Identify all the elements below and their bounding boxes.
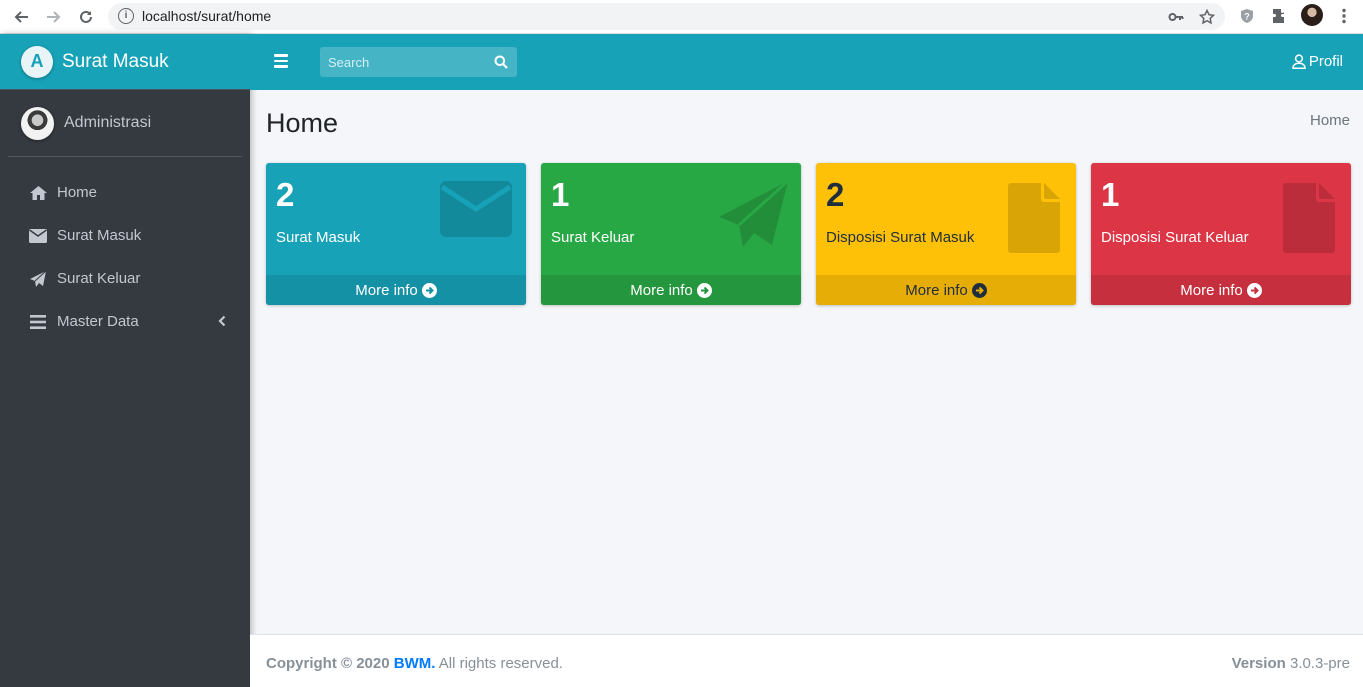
search-icon [494, 55, 508, 69]
browser-toolbar: i localhost/surat/home ? [0, 0, 1363, 34]
box-label: Surat Keluar [551, 229, 635, 246]
sidebar-item-label: Surat Keluar [57, 270, 141, 287]
box-count: 1 [551, 176, 570, 213]
footer-copyright: Copyright © 2020 BWM. All rights reserve… [266, 655, 563, 672]
small-box-disposisi-surat-keluar: 1 Disposisi Surat Keluar More info [1091, 163, 1351, 305]
small-box-surat-keluar: 1 Surat Keluar More info [541, 163, 801, 305]
user-name[interactable]: Administrasi [64, 114, 151, 132]
forward-icon[interactable] [42, 5, 66, 29]
star-icon[interactable] [1198, 8, 1216, 29]
user-icon [1292, 54, 1306, 69]
rights-text: All rights reserved. [438, 655, 563, 672]
arrow-circle-right-icon [421, 282, 437, 298]
sidebar-item-surat-keluar[interactable]: Surat Keluar [0, 257, 250, 300]
small-box-disposisi-surat-masuk: 2 Disposisi Surat Masuk More info [816, 163, 1076, 305]
box-label: Surat Masuk [276, 229, 361, 246]
envelope-icon [28, 228, 48, 243]
sidebar-menu: Home Surat Masuk Surat Keluar Master Dat… [0, 157, 250, 343]
main-header: Profil [250, 34, 1363, 90]
sidebar-item-label: Master Data [57, 313, 139, 330]
main-sidebar: A Surat Masuk Administrasi Home Surat Ma… [0, 34, 250, 687]
more-info-label: More info [905, 281, 968, 299]
user-panel: Administrasi [8, 90, 242, 157]
more-info-link[interactable]: More info [541, 275, 801, 305]
more-info-label: More info [630, 281, 693, 299]
page-title: Home [266, 108, 339, 138]
address-bar[interactable]: i localhost/surat/home [108, 3, 1225, 30]
box-count: 1 [1101, 176, 1120, 213]
more-info-label: More info [355, 281, 418, 299]
brand-logo-letter: A [30, 51, 44, 71]
more-info-link[interactable]: More info [1091, 275, 1351, 305]
small-box-surat-masuk: 2 Surat Masuk More info [266, 163, 526, 305]
box-count: 2 [276, 176, 295, 213]
svg-text:?: ? [1244, 12, 1250, 22]
puzzle-extension-icon[interactable] [1270, 6, 1290, 26]
navbar-search [320, 47, 517, 77]
profile-link[interactable]: Profil [1292, 53, 1343, 70]
brand-link[interactable]: A Surat Masuk [0, 34, 250, 90]
more-info-link[interactable]: More info [816, 275, 1076, 305]
brand-title: Surat Masuk [62, 50, 169, 72]
menu-toggle-icon[interactable] [274, 54, 288, 68]
breadcrumb: Home [1309, 112, 1350, 129]
browser-profile-avatar[interactable] [1301, 4, 1323, 26]
box-count: 2 [826, 176, 845, 213]
list-icon [28, 314, 48, 329]
url-text: localhost/surat/home [142, 8, 272, 24]
sidebar-item-master-data[interactable]: Master Data [0, 300, 250, 343]
footer-version: Version 3.0.3-pre [1232, 655, 1350, 672]
version-number: 3.0.3-pre [1289, 655, 1350, 672]
version-label: Version [1231, 655, 1286, 672]
search-button[interactable] [485, 47, 517, 77]
box-label: Disposisi Surat Masuk [826, 229, 975, 246]
more-menu-icon[interactable] [1334, 6, 1354, 26]
search-input[interactable] [320, 47, 485, 77]
company-link[interactable]: BWM. [394, 655, 436, 672]
sidebar-item-label: Surat Masuk [57, 227, 142, 244]
sidebar-item-label: Home [57, 184, 98, 201]
arrow-circle-right-icon [1246, 282, 1262, 298]
site-info-icon[interactable]: i [118, 8, 134, 24]
paper-plane-icon [28, 270, 48, 288]
user-avatar [21, 106, 54, 140]
file-icon [1283, 183, 1335, 258]
brand-logo: A [21, 45, 53, 78]
more-info-link[interactable]: More info [266, 275, 526, 305]
content-wrapper: Home Home 2 Surat Masuk More info 1 Sura… [250, 90, 1363, 634]
home-icon [28, 185, 48, 201]
sidebar-item-surat-masuk[interactable]: Surat Masuk [0, 214, 250, 257]
key-icon[interactable] [1168, 9, 1184, 29]
profile-label: Profil [1308, 53, 1343, 70]
back-icon[interactable] [9, 5, 33, 29]
envelope-icon [440, 181, 512, 242]
arrow-circle-right-icon [696, 282, 712, 298]
main-footer: Copyright © 2020 BWM. All rights reserve… [250, 634, 1363, 687]
reload-icon[interactable] [74, 5, 98, 29]
arrow-circle-right-icon [971, 282, 987, 298]
shield-extension-icon[interactable]: ? [1237, 6, 1257, 26]
chevron-left-icon[interactable] [218, 314, 226, 331]
sidebar-item-home[interactable]: Home [0, 171, 250, 214]
paper-plane-icon [717, 179, 790, 256]
more-info-label: More info [1180, 281, 1243, 299]
copyright-text: Copyright © 2020 [266, 655, 390, 672]
box-label: Disposisi Surat Keluar [1101, 229, 1249, 246]
file-icon [1008, 183, 1060, 258]
